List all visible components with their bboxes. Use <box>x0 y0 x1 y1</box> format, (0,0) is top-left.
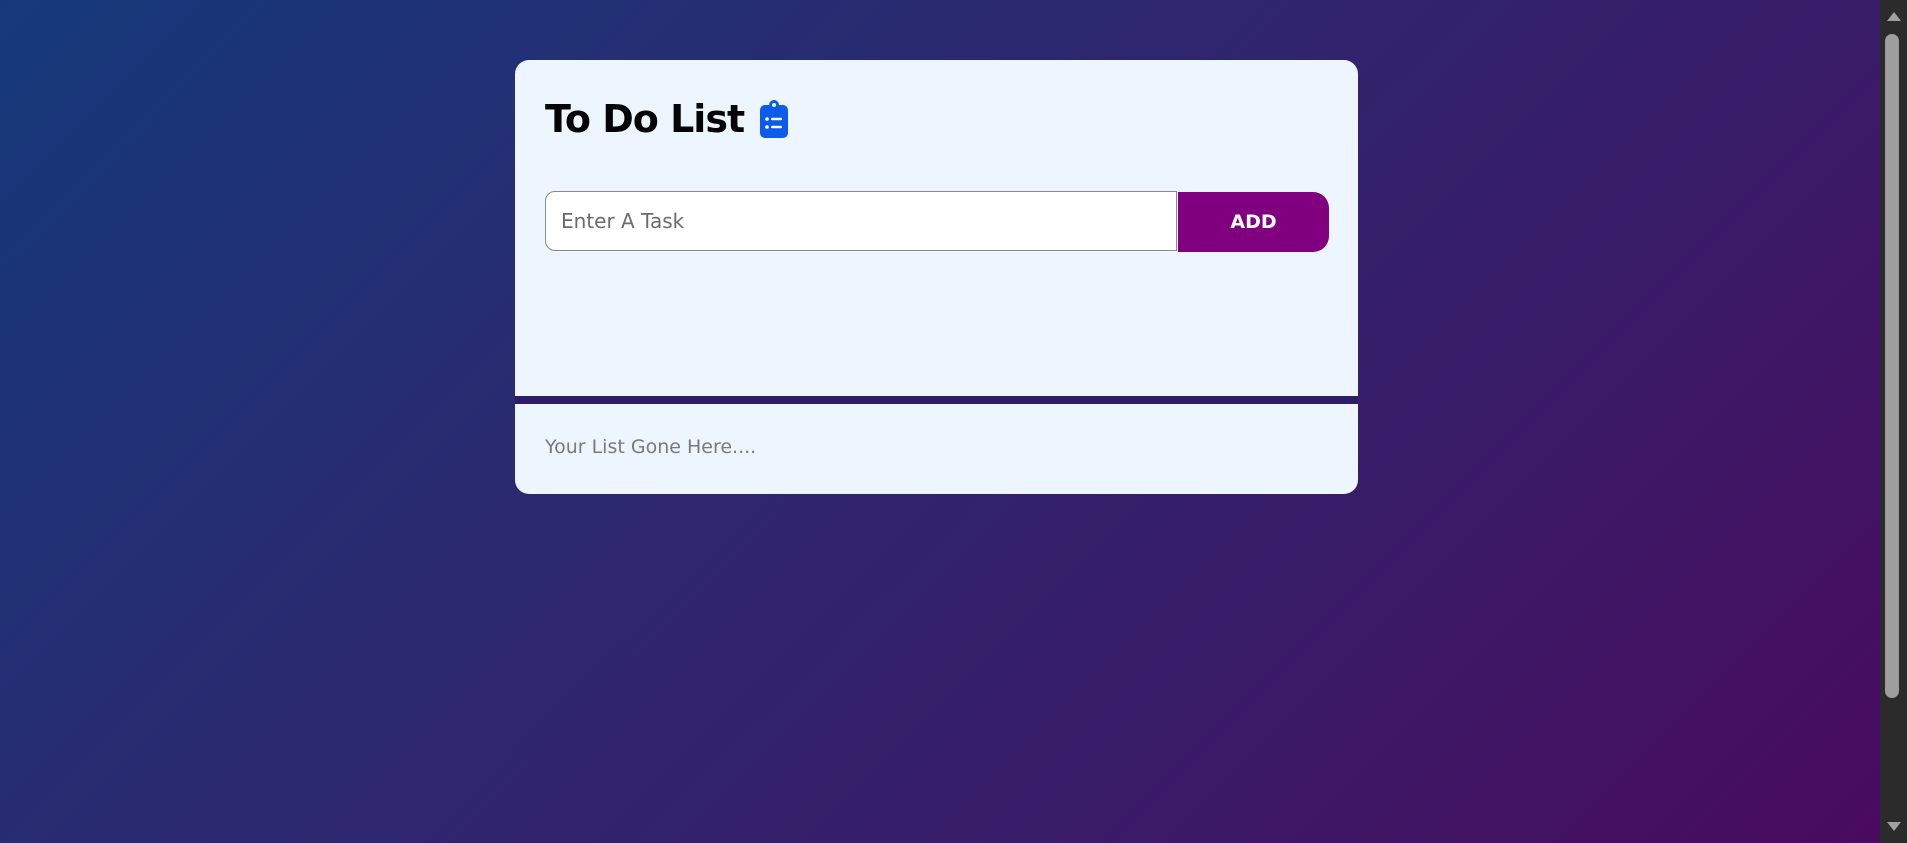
todo-card: To Do List ADD <box>515 60 1358 396</box>
list-empty-text: Your List Gone Here.... <box>545 436 757 458</box>
divider <box>515 396 1358 404</box>
task-list: Your List Gone Here.... <box>515 404 1358 494</box>
task-input[interactable] <box>545 191 1177 251</box>
title-row: To Do List <box>545 94 790 144</box>
scrollbar-thumb[interactable] <box>1885 34 1899 698</box>
vertical-scrollbar[interactable] <box>1880 0 1907 843</box>
add-button[interactable]: ADD <box>1178 192 1329 252</box>
page-title: To Do List <box>545 97 745 141</box>
scroll-up-arrow-icon[interactable] <box>1887 12 1901 21</box>
page: To Do List ADD Your List Gone Here.... <box>0 0 1880 843</box>
scroll-down-arrow-icon[interactable] <box>1887 822 1901 831</box>
clipboard-list-icon <box>758 99 790 139</box>
